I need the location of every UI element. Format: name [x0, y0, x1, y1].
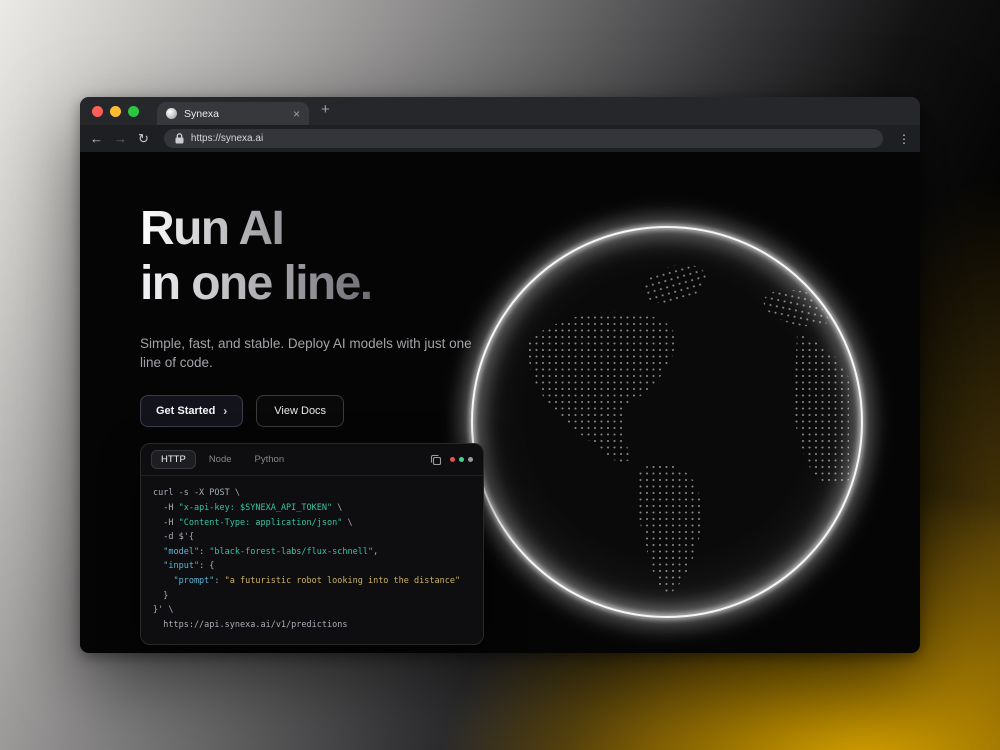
zoom-window-button[interactable]: [128, 106, 139, 117]
browser-window: Synexa × + ← → ↻ https://synexa.ai ⋮: [80, 97, 920, 653]
back-icon[interactable]: ←: [90, 132, 103, 145]
code-line: -H "Content-Type: application/json" \: [153, 516, 471, 531]
cta-row: Get Started › View Docs: [140, 395, 494, 427]
view-docs-button[interactable]: View Docs: [256, 395, 344, 427]
hero-section: Run AI in one line. Simple, fast, and st…: [140, 202, 494, 427]
tab-close-icon[interactable]: ×: [293, 108, 300, 120]
browser-menu-icon[interactable]: ⋮: [898, 132, 910, 146]
code-header-actions: [430, 454, 473, 466]
dot-gray-icon: [468, 457, 473, 462]
code-line: -H "x-api-key: $SYNEXA_API_TOKEN" \: [153, 501, 471, 516]
code-line: "input": {: [153, 559, 471, 574]
tab-title: Synexa: [184, 108, 286, 120]
copy-icon[interactable]: [430, 454, 442, 466]
tab-favicon-icon: [166, 108, 177, 119]
code-card: HTTPNodePython curl -s -X POST \ -H "x-a…: [140, 443, 484, 645]
code-tabs: HTTPNodePython: [151, 450, 294, 469]
minimize-window-button[interactable]: [110, 106, 121, 117]
address-bar[interactable]: https://synexa.ai: [164, 129, 883, 148]
lock-icon: [175, 133, 184, 144]
code-card-header: HTTPNodePython: [141, 444, 483, 476]
globe-illustration: [437, 192, 897, 652]
title-line-2: in one line.: [140, 257, 372, 312]
code-tab-python[interactable]: Python: [245, 450, 295, 469]
code-tab-http[interactable]: HTTP: [151, 450, 196, 469]
get-started-button[interactable]: Get Started ›: [140, 395, 243, 427]
window-controls: [92, 106, 139, 117]
new-tab-button[interactable]: +: [321, 102, 330, 117]
close-window-button[interactable]: [92, 106, 103, 117]
code-line: }: [153, 589, 471, 604]
dot-green-icon: [459, 457, 464, 462]
code-tab-node[interactable]: Node: [199, 450, 242, 469]
code-line: "model": "black-forest-labs/flux-schnell…: [153, 545, 471, 560]
dot-red-icon: [450, 457, 455, 462]
code-window-dots: [450, 457, 473, 462]
code-line: https://api.synexa.ai/v1/predictions: [153, 618, 471, 633]
title-line-1: Run AI: [140, 202, 283, 257]
code-line: -d $'{: [153, 530, 471, 545]
code-line: curl -s -X POST \: [153, 486, 471, 501]
browser-tabstrip: Synexa × +: [80, 97, 920, 125]
browser-tab-synexa[interactable]: Synexa ×: [157, 102, 309, 125]
url-text: https://synexa.ai: [191, 133, 263, 144]
reload-icon[interactable]: ↻: [138, 132, 149, 145]
code-line: "prompt": "a futuristic robot looking in…: [153, 574, 471, 589]
code-block: curl -s -X POST \ -H "x-api-key: $SYNEXA…: [141, 476, 483, 644]
chevron-right-icon: ›: [223, 404, 227, 418]
get-started-label: Get Started: [156, 405, 215, 417]
hero-subtitle: Simple, fast, and stable. Deploy AI mode…: [140, 335, 494, 372]
code-line: }' \: [153, 603, 471, 618]
browser-toolbar: ← → ↻ https://synexa.ai ⋮: [80, 125, 920, 152]
page-title: Run AI in one line.: [140, 202, 494, 311]
page-content: Run AI in one line. Simple, fast, and st…: [80, 152, 920, 653]
forward-icon[interactable]: →: [114, 132, 127, 145]
